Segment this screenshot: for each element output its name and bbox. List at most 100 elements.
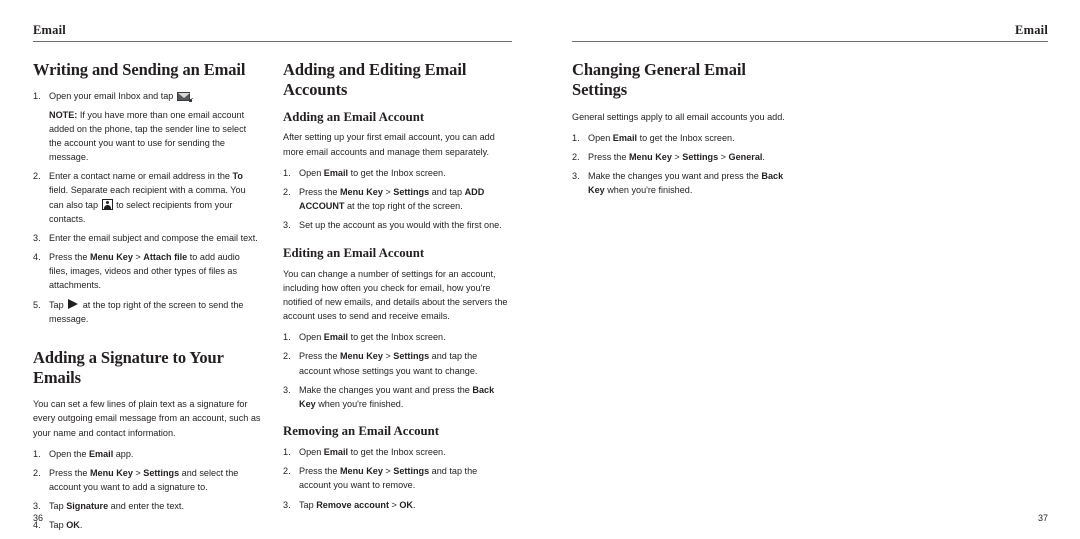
left-page-columns: Writing and Sending an Email Open your e… — [33, 60, 512, 533]
list-item: Tap Remove account > OK. — [283, 498, 511, 512]
step-text-post: app. — [113, 448, 134, 459]
subheading-removing-account: Removing an Email Account — [283, 424, 440, 439]
step-bold: Menu Key — [339, 466, 383, 477]
step-bold: Email — [323, 167, 349, 178]
page-left: Email Writing and Sending an Email Open … — [0, 0, 540, 539]
list-item: Open Email to get the Inbox screen. — [283, 445, 511, 459]
step-bold: Email — [88, 448, 114, 459]
step-bold: Menu Key — [89, 467, 133, 478]
step-bold: Menu Key — [89, 252, 133, 263]
list-item: Press the Menu Key > Settings and tap AD… — [283, 185, 511, 213]
step-separator: > — [382, 187, 394, 197]
step-bold-2: Settings — [393, 351, 430, 362]
step-bold-2: Attach file — [143, 252, 188, 263]
list-item: Open Email to get the Inbox screen. — [283, 330, 511, 344]
list-item: Press the Menu Key > Settings and tap th… — [283, 464, 511, 492]
step-text: Tap — [299, 499, 317, 510]
step-bold: Menu Key — [628, 151, 672, 162]
step-separator: > — [382, 351, 394, 362]
list-item: Make the changes you want and press the … — [283, 383, 511, 411]
step-text: Press the — [49, 467, 90, 478]
step-text: Press the — [49, 252, 90, 263]
section-heading-writing-sending: Writing and Sending an Email — [33, 60, 246, 80]
steps-adding-account: Open Email to get the Inbox screen. Pres… — [283, 166, 511, 233]
column-two-right — [821, 60, 1048, 197]
step-bold: Remove account — [316, 499, 389, 510]
steps-removing-account: Open Email to get the Inbox screen. Pres… — [283, 445, 511, 512]
note-label: NOTE: — [49, 109, 78, 120]
header-rule-right — [572, 40, 1048, 43]
adding-account-intro: After setting up your first email accoun… — [283, 132, 495, 157]
list-item: Enter a contact name or email address in… — [33, 169, 261, 226]
contact-picker-icon — [101, 198, 113, 210]
steps-general-settings: Open Email to get the Inbox screen. Pres… — [572, 131, 799, 198]
running-header-right: Email — [1015, 23, 1048, 37]
list-item: Set up the account as you would with the… — [283, 218, 511, 232]
step-text-post: to get the Inbox screen. — [348, 167, 446, 178]
step-text-post: to get the Inbox screen. — [348, 447, 446, 458]
step-text: Open — [588, 132, 613, 143]
list-item: Open the Email app. — [33, 447, 261, 461]
step-separator: > — [132, 467, 144, 478]
right-page-columns: Changing General Email Settings General … — [572, 60, 1048, 197]
page-number-left: 36 — [33, 513, 44, 523]
step-separator: > — [132, 252, 144, 263]
step-text: Tap — [49, 501, 67, 512]
step-bold: To — [232, 171, 243, 182]
section-heading-signature: Adding a Signature to Your Emails — [33, 347, 224, 388]
subheading-adding-account: Adding an Email Account — [283, 109, 425, 124]
step-bold-2: OK — [399, 499, 413, 510]
column-two: Adding and Editing Email Accounts Adding… — [283, 60, 511, 532]
list-item: Press the Menu Key > Attach file to add … — [33, 250, 261, 293]
step-bold: Menu Key — [339, 187, 383, 197]
step-bold: Email — [323, 332, 349, 343]
step-text: Open your email Inbox and tap — [49, 91, 176, 102]
step-text: Enter the email subject and compose the … — [49, 232, 258, 243]
step-bold-3: General — [728, 151, 763, 162]
editing-account-intro: You can change a number of settings for … — [283, 268, 508, 322]
book-spread: Email Writing and Sending an Email Open … — [0, 0, 1080, 539]
step-text: Open — [299, 167, 324, 178]
step-separator: > — [671, 151, 683, 162]
steps-writing-sending: Open your email Inbox and tap . NOTE: If… — [33, 89, 261, 326]
step-text-post: and enter the text. — [108, 501, 184, 512]
step-separator: > — [382, 466, 394, 477]
step-bold-2: Settings — [393, 187, 430, 197]
step-text-post: when you're finished. — [604, 185, 693, 196]
step-text: Tap — [49, 299, 67, 310]
step-bold: Email — [612, 132, 638, 143]
subheading-editing-account: Editing an Email Account — [283, 245, 425, 260]
step-text-post: when you're finished. — [315, 398, 404, 409]
step-text-post: . — [79, 520, 83, 531]
step-text: Set up the account as you would with the… — [299, 220, 502, 231]
section-heading-adding-editing: Adding and Editing Email Accounts — [283, 60, 467, 100]
step-separator-2: > — [718, 151, 729, 162]
step-bold: Email — [323, 447, 349, 458]
list-item: Enter the email subject and compose the … — [33, 231, 261, 245]
list-item: Make the changes you want and press the … — [572, 169, 799, 197]
step-bold: Signature — [66, 501, 109, 512]
list-item: Open Email to get the Inbox screen. — [572, 131, 799, 145]
step-bold-2: Settings — [682, 151, 719, 162]
step-text-mid: and tap — [429, 187, 465, 197]
step-bold-2: Settings — [143, 467, 180, 478]
list-item: Press the Menu Key > Settings > General. — [572, 150, 799, 164]
step-text: Open the — [49, 448, 89, 459]
list-item: Press the Menu Key > Settings and select… — [33, 466, 261, 494]
steps-editing-account: Open Email to get the Inbox screen. Pres… — [283, 330, 511, 411]
list-item: Tap OK. — [33, 518, 261, 532]
step-bold: OK — [66, 520, 80, 531]
running-header-left: Email — [33, 23, 66, 37]
signature-intro: You can set a few lines of plain text as… — [33, 399, 261, 438]
step-text: Tap — [49, 520, 67, 531]
step-text: Press the — [588, 151, 629, 162]
list-item: Press the Menu Key > Settings and tap th… — [283, 349, 511, 377]
list-item: Open Email to get the Inbox screen. — [283, 166, 511, 180]
step-text: Make the changes you want and press the — [299, 384, 473, 395]
list-item: Tap Signature and enter the text. — [33, 499, 261, 513]
list-item: Open your email Inbox and tap . NOTE: If… — [33, 89, 261, 164]
step-text-post: to get the Inbox screen. — [348, 332, 446, 343]
step-text: Open — [299, 332, 324, 343]
step-text-post: at the top right of the screen. — [344, 201, 463, 212]
step-separator: > — [388, 499, 400, 510]
